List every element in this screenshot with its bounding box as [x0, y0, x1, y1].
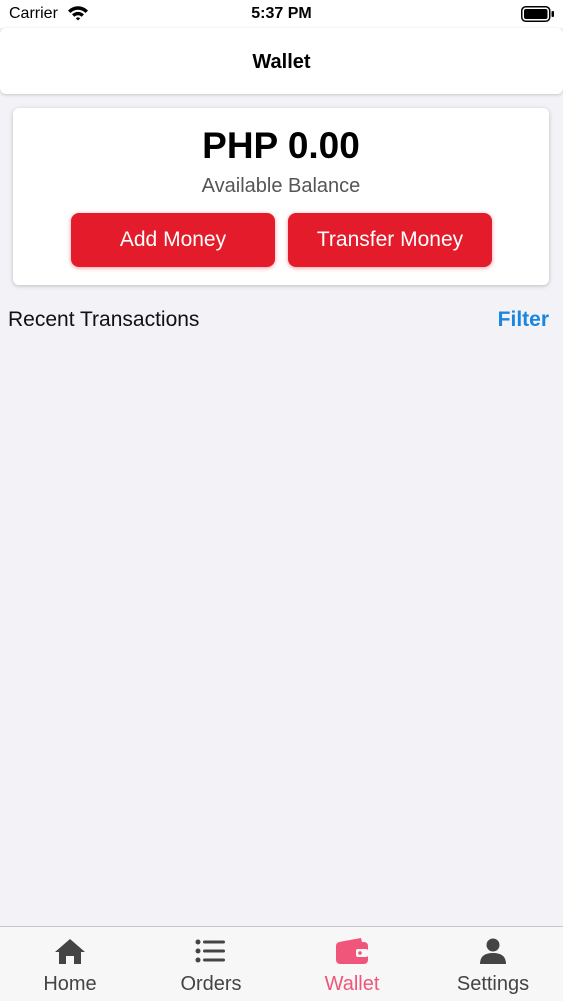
tab-bar: Home Orders Wallet Settings: [0, 926, 563, 1001]
tab-wallet-label: Wallet: [324, 973, 380, 995]
balance-card: PHP 0.00 Available Balance Add Money Tra…: [13, 108, 549, 285]
battery-icon: [521, 6, 554, 22]
status-time: 5:37 PM: [251, 5, 312, 22]
tab-settings[interactable]: Settings: [423, 927, 563, 1001]
tab-orders[interactable]: Orders: [141, 927, 281, 1001]
transfer-money-button[interactable]: Transfer Money: [288, 213, 492, 267]
balance-caption: Available Balance: [201, 175, 361, 197]
filter-link[interactable]: Filter: [498, 308, 549, 332]
tab-home-label: Home: [43, 973, 97, 995]
recent-transactions-title: Recent Transactions: [8, 308, 200, 331]
status-bar: Carrier 5:37 PM: [0, 0, 563, 28]
page-title: Wallet: [252, 51, 311, 73]
balance-amount: PHP 0.00: [202, 125, 360, 166]
person-icon: [480, 938, 506, 964]
tab-orders-label: Orders: [180, 973, 242, 995]
tab-home[interactable]: Home: [0, 927, 140, 1001]
add-money-button[interactable]: Add Money: [71, 213, 275, 267]
home-icon: [55, 939, 85, 964]
wallet-icon: [336, 938, 368, 964]
list-icon: [195, 939, 225, 963]
tab-settings-label: Settings: [456, 973, 530, 995]
navigation-header: Wallet: [0, 28, 563, 94]
tab-wallet[interactable]: Wallet: [282, 927, 422, 1001]
